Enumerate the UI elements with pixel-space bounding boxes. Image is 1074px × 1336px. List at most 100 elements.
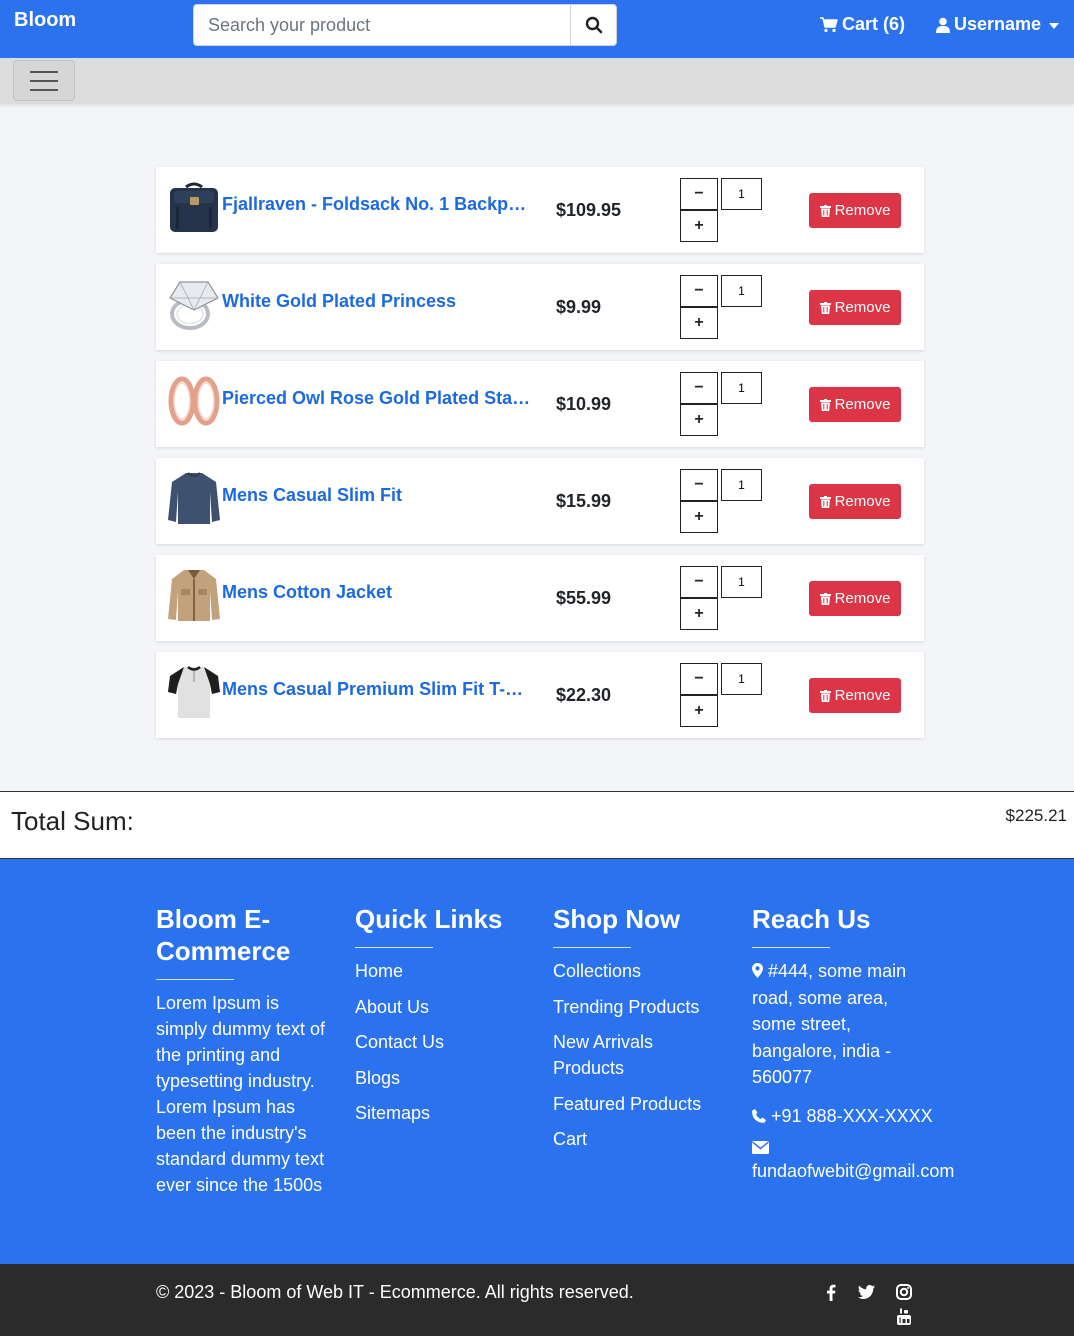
product-price: $55.99 [556, 588, 612, 608]
email-text[interactable]: fundaofwebit@gmail.com [752, 1161, 954, 1181]
footer-link-featured-products[interactable]: Featured Products [553, 1091, 733, 1117]
cart-item: Fjallraven - Foldsack No. 1 Backpac... $… [156, 167, 924, 253]
address-text: #444, some main road, some area, some st… [752, 961, 907, 1087]
footer-link-contact-us[interactable]: Contact Us [355, 1029, 535, 1055]
remove-button[interactable]: Remove [809, 581, 901, 616]
cart-list: Fjallraven - Foldsack No. 1 Backpac... $… [156, 167, 924, 749]
youtube-icon[interactable] [895, 1308, 913, 1326]
search-button[interactable] [570, 5, 616, 45]
footer-link-about-us[interactable]: About Us [355, 994, 535, 1020]
footer-address: #444, some main road, some area, some st… [752, 958, 912, 1091]
facebook-icon[interactable] [822, 1283, 840, 1301]
quantity-input[interactable] [721, 178, 762, 210]
phone-icon [752, 1108, 766, 1123]
cart-link[interactable]: Cart (6) [820, 14, 905, 35]
decrease-quantity-button[interactable]: − [680, 469, 718, 501]
quantity-input[interactable] [721, 566, 762, 598]
footer-link-new-arrivals[interactable]: New Arrivals Products [553, 1029, 683, 1081]
menu-toggle-button[interactable] [13, 60, 75, 101]
product-price: $109.95 [556, 200, 622, 220]
increase-quantity-button[interactable]: + [680, 501, 718, 533]
cart-label: Cart (6) [842, 14, 906, 34]
decrease-quantity-button[interactable]: − [680, 566, 718, 598]
hamburger-line [30, 70, 58, 73]
trash-icon [819, 398, 831, 411]
quantity-input[interactable] [721, 663, 762, 695]
total-bar: Total Sum: $225.21 [0, 791, 1074, 859]
remove-label: Remove [834, 590, 891, 607]
remove-button[interactable]: Remove [809, 290, 901, 325]
product-name-link[interactable]: White Gold Plated Princess [222, 291, 532, 312]
increase-quantity-button[interactable]: + [680, 695, 718, 727]
divider [752, 947, 830, 948]
product-name-link[interactable]: Fjallraven - Foldsack No. 1 Backpac... [222, 194, 532, 215]
footer-link-blogs[interactable]: Blogs [355, 1065, 535, 1091]
quantity-input[interactable] [721, 372, 762, 404]
decrease-quantity-button[interactable]: − [680, 275, 718, 307]
increase-quantity-button[interactable]: + [680, 210, 718, 242]
long-sleeve-shirt-image [168, 472, 220, 524]
brand-logo[interactable]: Bloom [14, 9, 76, 32]
footer-quick-links-title: Quick Links [355, 904, 503, 934]
footer-phone: +91 888-XXX-XXXX [752, 1103, 970, 1130]
twitter-icon[interactable] [857, 1283, 875, 1301]
footer-reach-us: Reach Us #444, some main road, some area… [752, 903, 970, 1197]
footer-link-sitemaps[interactable]: Sitemaps [355, 1100, 535, 1126]
product-name-link[interactable]: Mens Cotton Jacket [222, 582, 532, 603]
footer-link-collections[interactable]: Collections [553, 958, 733, 984]
product-price: $10.99 [556, 394, 612, 414]
product-name-link[interactable]: Mens Casual Slim Fit [222, 485, 532, 506]
product-name-link[interactable]: Pierced Owl Rose Gold Plated Stainl... [222, 388, 532, 409]
jacket-image [168, 570, 220, 621]
cart-item: Mens Casual Premium Slim Fit T-Shi... $2… [156, 652, 924, 738]
total-label: Total Sum: [11, 806, 134, 836]
decrease-quantity-button[interactable]: − [680, 372, 718, 404]
decrease-quantity-button[interactable]: − [680, 663, 718, 695]
decrease-quantity-button[interactable]: − [680, 178, 718, 210]
ring-image [169, 281, 219, 330]
divider [156, 979, 234, 980]
hamburger-line [30, 88, 58, 91]
raglan-tshirt-image [168, 665, 220, 718]
remove-button[interactable]: Remove [809, 678, 901, 713]
remove-button[interactable]: Remove [809, 387, 901, 422]
product-name-link[interactable]: Mens Casual Premium Slim Fit T-Shi... [222, 679, 532, 700]
footer-link-home[interactable]: Home [355, 958, 535, 984]
cart-item: White Gold Plated Princess $9.99 − + Rem… [156, 264, 924, 350]
quantity-input[interactable] [721, 275, 762, 307]
cart-item: Mens Cotton Jacket $55.99 − + Remove [156, 555, 924, 641]
footer-link-trending-products[interactable]: Trending Products [553, 994, 733, 1020]
remove-label: Remove [834, 493, 891, 510]
search-group [193, 4, 617, 46]
trash-icon [819, 204, 831, 217]
footer-reach-us-title: Reach Us [752, 904, 871, 934]
remove-button[interactable]: Remove [809, 193, 901, 228]
remove-label: Remove [834, 299, 891, 316]
instagram-icon[interactable] [895, 1283, 913, 1301]
footer-about: Bloom E-Commerce Lorem Ipsum is simply d… [156, 903, 334, 1198]
trash-icon [819, 689, 831, 702]
remove-label: Remove [834, 396, 891, 413]
footer-shop-now-title: Shop Now [553, 904, 681, 934]
shopping-cart-icon [820, 16, 838, 32]
search-input[interactable] [194, 5, 570, 45]
footer-about-text: Lorem Ipsum is simply dummy text of the … [156, 993, 326, 1195]
remove-label: Remove [834, 202, 891, 219]
trash-icon [819, 301, 831, 314]
search-icon [585, 16, 602, 34]
increase-quantity-button[interactable]: + [680, 307, 718, 339]
footer-quick-links: Quick Links Home About Us Contact Us Blo… [355, 903, 535, 1136]
user-dropdown[interactable]: Username [936, 14, 1060, 35]
increase-quantity-button[interactable]: + [680, 404, 718, 436]
secondary-navbar [0, 58, 1074, 104]
quantity-input[interactable] [721, 469, 762, 501]
chevron-down-icon [1049, 22, 1060, 29]
rose-gold-rings-image [168, 376, 220, 426]
increase-quantity-button[interactable]: + [680, 598, 718, 630]
footer-link-cart[interactable]: Cart [553, 1126, 733, 1152]
product-price: $9.99 [556, 297, 602, 317]
top-navbar: Bloom Cart (6) Username [0, 0, 1074, 58]
remove-button[interactable]: Remove [809, 484, 901, 519]
hamburger-line [30, 79, 58, 82]
footer: Bloom E-Commerce Lorem Ipsum is simply d… [0, 859, 1074, 1264]
